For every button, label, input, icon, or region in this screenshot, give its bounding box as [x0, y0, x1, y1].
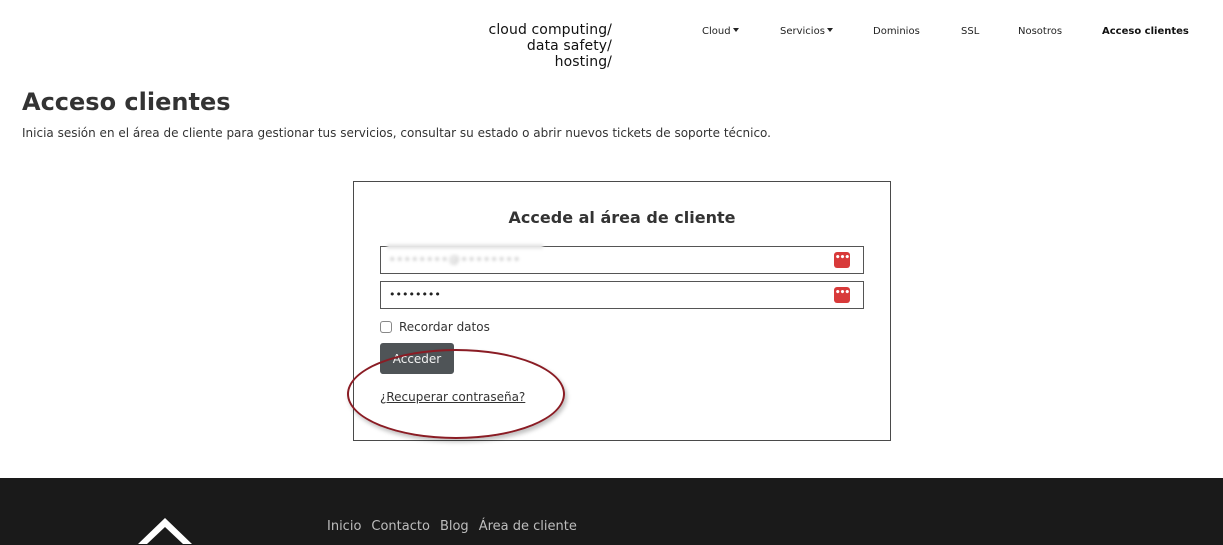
footer-link-inicio[interactable]: Inicio: [327, 519, 361, 535]
nav-item-label: Dominios: [873, 26, 920, 37]
nav-item-label: Nosotros: [1018, 26, 1063, 37]
page-title: Acceso clientes: [22, 88, 231, 116]
remember-label: Recordar datos: [399, 320, 490, 334]
tagline-line-1: cloud computing/: [488, 22, 612, 38]
autofill-blur: [387, 244, 543, 249]
nav-item-nosotros[interactable]: Nosotros: [1018, 25, 1062, 39]
tagline-line-2: data safety/: [526, 38, 612, 54]
page-description: Inicia sesión en el área de cliente para…: [22, 126, 771, 140]
tagline-line-3: hosting/: [554, 54, 612, 70]
caret-down-icon: [732, 28, 739, 32]
site-footer: Inicio Contacto Blog Área de cliente: [0, 478, 1223, 545]
login-button[interactable]: Acceder: [380, 343, 454, 374]
nav-item-dominios[interactable]: Dominios: [873, 25, 920, 39]
password-field[interactable]: •••••••• •••: [380, 281, 864, 309]
nav-item-label: Cloud: [702, 26, 731, 37]
remember-me[interactable]: Recordar datos: [380, 319, 490, 335]
footer-logo-icon[interactable]: [138, 518, 192, 545]
password-manager-icon[interactable]: •••: [834, 252, 850, 268]
nav-item-label: Acceso clientes: [1102, 26, 1189, 37]
password-value: ••••••••: [389, 288, 441, 301]
forgot-password-link[interactable]: ¿Recuperar contraseña?: [380, 389, 525, 405]
site-header: cloud computing/ data safety/ hosting/ C…: [0, 0, 1223, 80]
username-value: ••••••••@••••••••: [389, 253, 521, 266]
footer-nav: Inicio Contacto Blog Área de cliente: [327, 519, 577, 535]
nav-item-servicios[interactable]: Servicios: [780, 25, 833, 39]
caret-down-icon: [826, 28, 833, 32]
nav-item-cloud[interactable]: Cloud: [702, 25, 739, 39]
remember-checkbox[interactable]: [380, 321, 392, 333]
nav-item-acceso-clientes[interactable]: Acceso clientes: [1102, 25, 1189, 39]
nav-item-label: Servicios: [780, 26, 825, 37]
footer-link-area-cliente[interactable]: Área de cliente: [479, 519, 577, 535]
nav-item-ssl[interactable]: SSL: [961, 25, 979, 39]
footer-link-contacto[interactable]: Contacto: [371, 519, 430, 535]
username-field[interactable]: ••••••••@•••••••• •••: [380, 244, 864, 274]
brand-tagline[interactable]: cloud computing/ data safety/ hosting/: [440, 22, 612, 70]
nav-item-label: SSL: [961, 26, 980, 37]
login-title: Accede al área de cliente: [508, 208, 736, 227]
login-card: Accede al área de cliente ••••••••@•••••…: [353, 181, 891, 441]
footer-link-blog[interactable]: Blog: [440, 519, 469, 535]
password-manager-icon[interactable]: •••: [834, 287, 850, 303]
